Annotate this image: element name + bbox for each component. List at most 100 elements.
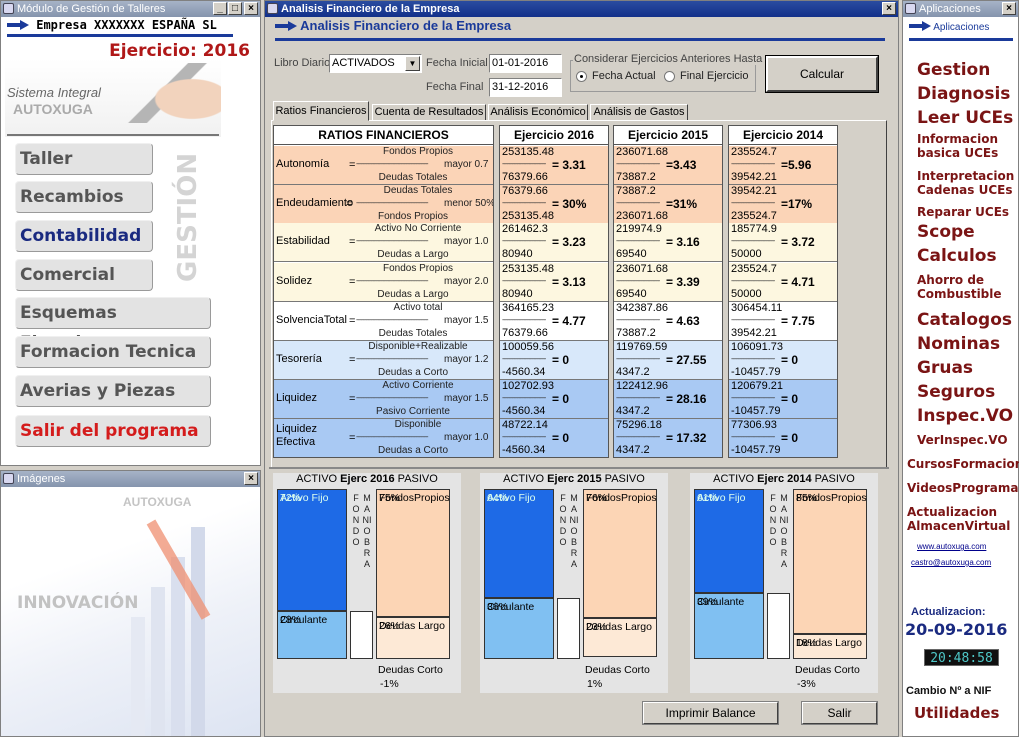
cambio-nif-link[interactable]: Cambio Nº a NIF (906, 685, 991, 697)
ratio-denominator: Deudas Totales (378, 172, 448, 183)
balance-pasivo-label: PASIVO (397, 473, 438, 485)
logo-line2: AUTOXUGA (13, 101, 93, 117)
app-item[interactable]: Catalogos (917, 311, 1017, 330)
radio-fecha-actual[interactable] (576, 71, 587, 82)
tab-analisis-economico[interactable]: Análisis Económico (488, 104, 588, 121)
ratio-value-cell: 120679.21 -------------------------- = 0 -1… (729, 380, 837, 419)
app-item[interactable]: VerInspec.VO (917, 433, 1017, 447)
app-item[interactable]: CursosFormacion (907, 457, 1019, 471)
ratio-row: Autonomía = Fondos Propios ----------------… (274, 146, 493, 185)
app-item[interactable]: Calculos (917, 247, 1017, 266)
menu-esquemas-electricos[interactable]: Esquemas Electricos (15, 297, 211, 353)
menu-averias-label: Averias y Piezas (20, 381, 176, 401)
app-item[interactable]: Leer UCEs (917, 109, 1017, 128)
balance-header: ACTIVO Ejerc 2014 PASIVO (690, 473, 878, 485)
chevron-down-icon[interactable]: ▼ (405, 56, 420, 71)
balance-chart: ACTIVO Ejerc 2014 PASIVO Activo Fijo 61% Ci… (690, 473, 878, 693)
menu-formacion-tecnica[interactable]: Formacion Tecnica (15, 336, 211, 368)
value-denominator: 80940 (502, 288, 533, 300)
ratio-value-cell: 235524.7 -------------------------- = 4.71… (729, 263, 837, 302)
app-item[interactable]: Seguros (917, 383, 1017, 402)
main-header: Analisis Financiero de la Empresa (275, 18, 885, 41)
app-item[interactable]: VideosPrograma (907, 481, 1019, 495)
value-divider: -------------------------- (502, 315, 546, 324)
ratio-value-cell: 73887.2 -------------------------- =31% 236… (614, 185, 722, 224)
menu-recambios[interactable]: Recambios (15, 181, 153, 213)
menu-salir-label: Salir del programa (20, 421, 199, 441)
ratio-value-cell: 75296.18 -------------------------- = 17.3… (614, 419, 722, 457)
menu-comercial[interactable]: Comercial (15, 259, 153, 291)
ratio-value-cell: 76379.66 -------------------------- = 30% 2… (500, 185, 608, 224)
app-item[interactable]: Diagnosis (917, 85, 1017, 104)
value-divider: -------------------------- (616, 198, 660, 207)
ratio-numerator: Disponible (394, 419, 442, 430)
close-button[interactable]: × (1002, 2, 1016, 15)
balance-activo-label: ACTIVO (503, 473, 545, 485)
website-link[interactable]: www.autoxuga.com (917, 542, 986, 551)
ratio-numerator: Fondos Propios (382, 146, 454, 157)
deudas-corto-label: Deudas Corto 1% (585, 663, 650, 691)
app-item[interactable]: Inspec.VO (917, 407, 1017, 426)
ratio-row: Estabilidad = Activo No Corriente ---------… (274, 223, 493, 262)
app-item[interactable]: Ahorro de Combustible (917, 273, 1017, 301)
menu-averias-piezas[interactable]: Averias y Piezas (15, 375, 211, 407)
deudas-corto-label: Deudas Corto -1% (378, 663, 443, 691)
app-item[interactable]: Actualizacion AlmacenVirtual (907, 505, 1019, 533)
ratio-row: Liquidez Efectiva = Disponible ------------… (274, 419, 493, 457)
email-link[interactable]: castro@autoxuga.com (911, 558, 991, 567)
main-window-title: Analisis Financiero de la Empresa (281, 3, 460, 15)
maximize-button[interactable]: □ (228, 2, 242, 15)
ratio-denominator: Deudas a Corto (377, 367, 449, 378)
logo-area: Sistema Integral AUTOXUGA (5, 59, 221, 137)
value-numerator: 253135.48 (502, 263, 554, 275)
value-divider: -------------------------- (731, 159, 775, 168)
ratio-value-cell: 77306.93 -------------------------- = 0 -10… (729, 419, 837, 457)
menu-taller[interactable]: Taller (15, 143, 153, 175)
radio-dot (580, 75, 583, 78)
app-item[interactable]: Informacion basica UCEs (917, 132, 1017, 160)
close-button[interactable]: × (244, 2, 258, 15)
close-button[interactable]: × (882, 2, 896, 15)
apps-header-title: Aplicaciones (933, 22, 990, 33)
app-item[interactable]: Interpretacion Cadenas UCEs (917, 169, 1017, 197)
fecha-inicial-input[interactable]: 01-01-2016 (489, 54, 562, 73)
app-item[interactable]: Scope (917, 223, 1017, 242)
ratio-result: = 4.63 (666, 314, 700, 328)
app-item[interactable]: Gestion (917, 61, 1017, 80)
app-item[interactable]: Reparar UCEs (917, 205, 1017, 219)
app-item[interactable]: Gruas (917, 359, 1017, 378)
tab-ratios[interactable]: Ratios Financieros (273, 101, 369, 121)
libro-select[interactable]: ACTIVADOS ▼ (329, 54, 422, 73)
menu-contabilidad[interactable]: Contabilidad (15, 220, 153, 252)
ratio-value-cell: 236071.68 -------------------------- =3.43… (614, 146, 722, 185)
imprimir-balance-button[interactable]: Imprimir Balance (642, 701, 779, 725)
app-item[interactable]: Nominas (917, 335, 1017, 354)
tab-analisis-gastos[interactable]: Análisis de Gastos (590, 104, 688, 121)
left-window-title: Módulo de Gestión de Talleres (17, 3, 166, 15)
radio-final-ejercicio[interactable] (664, 71, 675, 82)
value-divider: -------------------------- (616, 354, 660, 363)
value-divider: -------------------------- (616, 315, 660, 324)
salir-button[interactable]: Salir (801, 701, 878, 725)
tab-cuenta-resultados[interactable]: Cuenta de Resultados (372, 104, 486, 121)
value-denominator: 235524.7 (731, 210, 777, 222)
deudas-corto-title: Deudas Corto (585, 664, 650, 676)
menu-salir-programa[interactable]: Salir del programa (15, 415, 211, 447)
value-divider: -------------------------- (502, 432, 546, 441)
value-numerator: 235524.7 (731, 146, 777, 158)
ratio-divider: ----------------------------------------… (356, 159, 429, 168)
ratio-value-cell: 39542.21 -------------------------- =17% 23… (729, 185, 837, 224)
minimize-button[interactable]: _ (213, 2, 227, 15)
close-button[interactable]: × (244, 472, 258, 485)
utilidades-link[interactable]: Utilidades (914, 704, 999, 722)
value-denominator: -4560.34 (502, 366, 546, 378)
value-numerator: 102702.93 (502, 380, 554, 392)
maniobra-vertical-label: MANIOBRA (569, 493, 579, 569)
fecha-final-input[interactable]: 31-12-2016 (489, 78, 562, 97)
apps-header: Aplicaciones (909, 21, 1013, 41)
calcular-button[interactable]: Calcular (765, 55, 879, 93)
ratio-row: Tesorería = Disponible+Realizable ---------… (274, 341, 493, 380)
fondo-maniobra-bar (767, 593, 790, 659)
ratio-result: =5.96 (781, 158, 812, 172)
ratio-value-cell: 185774.9 -------------------------- = 3.72… (729, 223, 837, 262)
